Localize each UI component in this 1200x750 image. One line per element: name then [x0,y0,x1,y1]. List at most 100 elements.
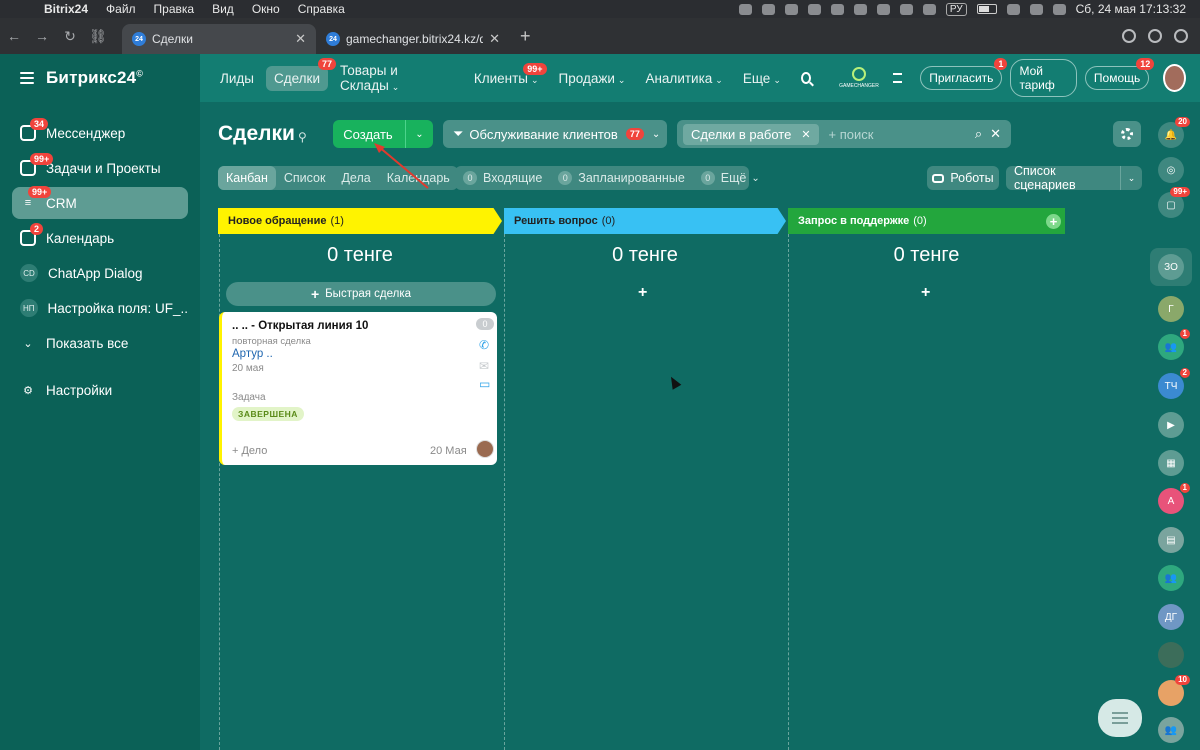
chat-icon[interactable]: ▭ [479,377,490,391]
nav-leads[interactable]: Лиды [220,71,254,86]
group-icon[interactable]: 👥 [1158,717,1184,743]
counter-more[interactable]: 0 Ещё ⌄ [700,171,760,185]
nav-analytics[interactable]: Аналитика ⌄ [645,71,722,86]
add-deal-plus-icon[interactable]: + [921,284,930,302]
sidebar-show-all[interactable]: ⌄ Показать все [12,327,188,359]
volume-tray-icon[interactable] [876,3,890,15]
forward-arrow-icon[interactable]: → [28,28,56,44]
help-button[interactable]: Помощь 12 [1084,58,1155,90]
control-center-icon[interactable] [1029,3,1043,15]
kanban-column-new[interactable]: Новое обращение (1) [218,208,502,234]
bluetooth-tray-icon[interactable] [899,3,913,15]
kanban-column-resolve[interactable]: Решить вопрос (0) [504,208,786,234]
sidebar-item-crm[interactable]: ≡ 99+ CRM [12,186,188,219]
group-icon[interactable]: 👥 [1158,565,1184,591]
sliders-icon[interactable] [892,73,903,83]
play-tray-icon[interactable] [922,3,936,15]
copilot-icon[interactable]: ◎ [1158,157,1184,183]
phone-icon[interactable]: ✆ [479,338,489,352]
menu-edit[interactable]: Правка [154,2,195,16]
bell-icon[interactable]: 🔔 20 [1158,117,1190,148]
history-icon[interactable] [1148,29,1162,43]
close-icon[interactable]: ✕ [489,31,500,47]
reload-icon[interactable]: ↻ [56,28,84,45]
users-icon[interactable]: 👥 1 [1158,329,1190,360]
nav-clients[interactable]: Клиенты ⌄ 99+ [474,62,547,86]
menu-view[interactable]: Вид [212,2,234,16]
tab-kanban[interactable]: Канбан [218,166,276,190]
mail-icon[interactable]: ✉ [479,359,489,373]
sidebar-item-messenger[interactable]: 34 Мессенджер [12,117,188,149]
contact-avatar[interactable]: А1 [1158,483,1190,514]
contact-avatar[interactable]: ДГ [1158,604,1184,630]
browser-tab-active[interactable]: 24 Сделки ✕ [122,24,316,54]
counter-incoming[interactable]: 0 Входящие [463,171,542,185]
zoom-tray-icon[interactable] [738,3,752,15]
contact-avatar[interactable]: ЗО [1158,254,1184,280]
sidebar-item-field-settings[interactable]: НП Настройка поля: UF_... [12,292,188,324]
download-icon[interactable] [1122,29,1136,43]
settings-button[interactable] [1113,121,1141,147]
nav-more[interactable]: Еще ⌄ [743,71,781,86]
contact-avatar[interactable]: ТЧ 2 [1158,368,1190,399]
nav-products[interactable]: Товары и Склады ⌄ [340,63,454,93]
link-icon[interactable]: ⛓ [84,28,112,45]
nav-deals[interactable]: Сделки 77 [265,57,336,91]
contact-avatar[interactable]: Г [1158,296,1184,322]
user-avatar[interactable] [1163,64,1186,92]
new-tab-plus-icon[interactable]: + [520,26,531,47]
sync-tray-icon[interactable] [830,3,844,15]
pipeline-selector[interactable]: ⏷ Обслуживание клиентов 77 ⌄ [443,120,667,148]
close-icon[interactable]: ✕ [295,31,306,47]
scenarios-button[interactable]: Список сценариев ⌄ [1006,164,1142,192]
menu-app-name[interactable]: Bitrix24 [44,2,88,16]
avatar-icon[interactable]: 10 [1158,675,1190,706]
quick-deal-button[interactable]: + Быстрая сделка [226,282,496,306]
add-column-plus-icon[interactable]: + [1046,213,1061,229]
filter-tag[interactable]: Сделки в работе ✕ [683,123,819,145]
deal-client-link[interactable]: Артур .. [232,348,273,360]
robots-button[interactable]: Роботы [927,166,999,190]
tariff-button[interactable]: Мой тариф [1010,59,1077,97]
menu-file[interactable]: Файл [106,2,136,16]
kanban-column-support[interactable]: Запрос в поддержке (0) + [788,208,1065,234]
sidebar-item-tasks[interactable]: 99+ Задачи и Проекты [12,152,188,184]
search-icon[interactable]: ⌕ [975,126,982,142]
video-icon[interactable]: ▶ [1158,412,1184,438]
screenshot-tray-icon[interactable] [784,3,798,15]
hamburger-menu-icon[interactable] [20,72,34,84]
sidebar-item-chatapp[interactable]: CD ChatApp Dialog [12,257,188,289]
search-input[interactable]: + поиск [829,127,975,142]
battery-icon[interactable] [976,4,997,14]
calendar-icon[interactable]: ▦ [1158,450,1184,476]
deal-card[interactable]: .. .. - Открытая линия 10 повторная сдел… [219,312,497,465]
clear-icon[interactable]: ✕ [990,126,1001,142]
close-icon[interactable]: ✕ [801,128,810,141]
responsible-avatar[interactable] [476,440,494,458]
siri-icon[interactable] [1052,3,1066,15]
sidebar-item-calendar[interactable]: 2 Календарь [12,222,188,254]
add-activity-link[interactable]: + Дело [232,445,267,457]
back-arrow-icon[interactable]: ← [0,28,28,44]
chatgpt-tray-icon[interactable] [807,3,821,15]
menu-help[interactable]: Справка [298,2,345,16]
chat-icon[interactable]: ▢ 99+ [1158,187,1190,218]
search-icon[interactable] [800,72,812,84]
add-deal-plus-icon[interactable]: + [638,284,647,302]
menu-window[interactable]: Окно [252,2,280,16]
gamechanger-logo[interactable]: GAMECHANGER [839,64,879,92]
keyboard-layout-indicator[interactable]: РУ [945,2,967,16]
display-tray-icon[interactable] [853,3,867,15]
tab-list[interactable]: Список [276,166,334,190]
sidebar-item-settings[interactable]: ⚙ Настройки [12,374,188,406]
counter-planned[interactable]: 0 Запланированные [558,171,685,185]
bitrix24-logo[interactable]: Битрикс24© [46,68,143,88]
chevron-down-icon[interactable]: ⌄ [1120,166,1142,190]
cloud-tray-icon[interactable] [761,3,775,15]
chat-widget-button[interactable] [1098,699,1142,737]
filter-search-box[interactable]: Сделки в работе ✕ + поиск ⌕ ✕ [677,120,1011,148]
clock[interactable]: Сб, 24 мая 17:13:32 [1076,2,1186,16]
wifi-icon[interactable] [1006,3,1020,15]
deal-title[interactable]: .. .. - Открытая линия 10 [232,320,368,332]
profile-icon[interactable] [1174,29,1188,43]
